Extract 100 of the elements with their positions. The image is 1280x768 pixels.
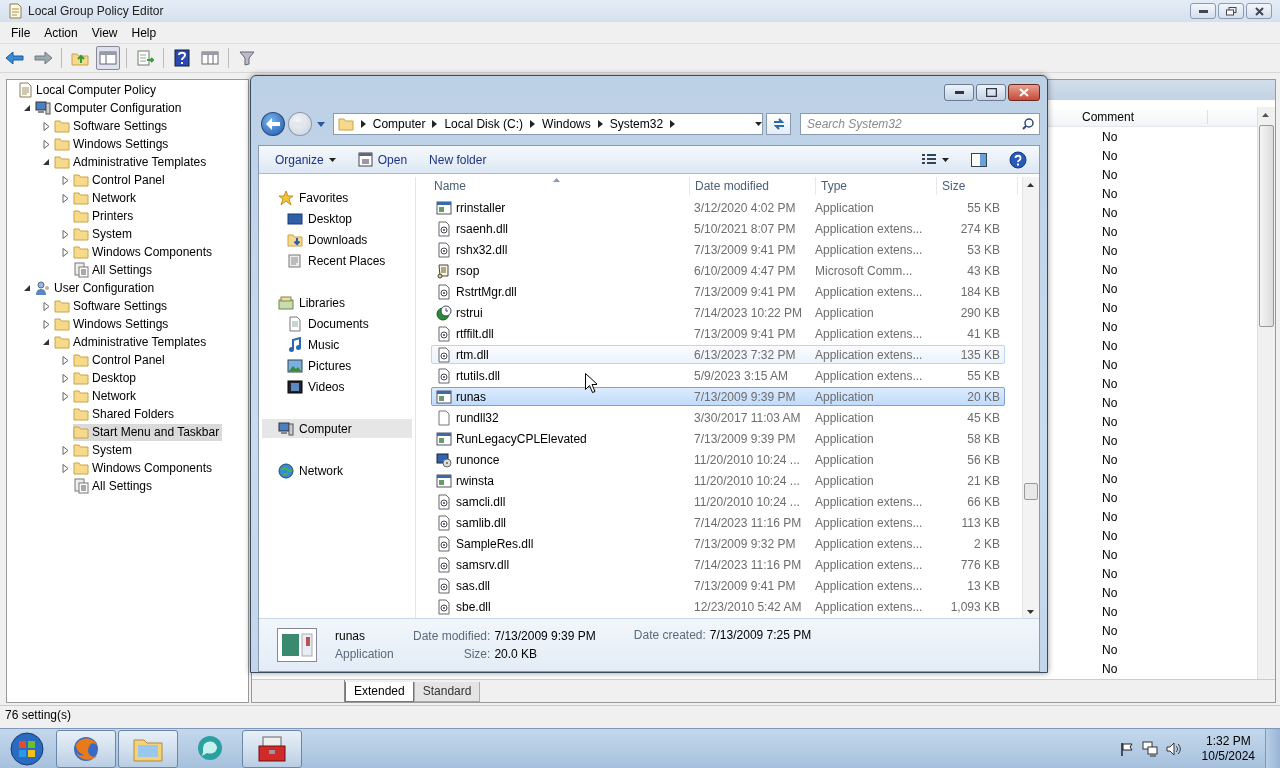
taskbar-button[interactable] <box>242 729 302 768</box>
nav-item[interactable]: Videos <box>287 377 349 396</box>
organize-menu-button[interactable]: Organize <box>269 149 342 170</box>
tree-item[interactable]: System <box>73 225 135 243</box>
file-row[interactable]: RstrtMgr.dll 7/13/2009 9:41 PM Application extens... 184 KB <box>431 282 1005 301</box>
tree-item[interactable]: System <box>73 441 135 459</box>
restore-button[interactable] <box>976 84 1006 101</box>
back-button[interactable] <box>261 112 285 136</box>
close-button[interactable] <box>1008 84 1040 101</box>
file-row[interactable]: rsaenh.dll 5/10/2021 8:07 PM Application extens... 274 KB <box>431 219 1005 238</box>
arrow-right-icon <box>33 50 53 66</box>
file-row[interactable]: RunLegacyCPLElevated 7/13/2009 9:39 PM Application 58 KB <box>431 429 1005 448</box>
menu-item[interactable]: File <box>4 23 38 42</box>
tree-item[interactable]: Windows Settings <box>54 315 172 333</box>
nav-item[interactable]: Desktop <box>287 209 357 228</box>
type-cell-text: Application extens... <box>815 221 924 236</box>
file-row[interactable]: rundll32 3/30/2017 11:03 AM Application 45 KB <box>431 408 1005 427</box>
file-row[interactable]: rsop 6/10/2009 4:47 PM Microsoft Comm... 43 KB <box>431 261 1005 280</box>
tree-item[interactable]: Printers <box>73 207 137 225</box>
file-row[interactable]: rwinsta 11/20/2010 10:24 ... Application 21 KB <box>431 471 1005 490</box>
tree-item[interactable]: Control Panel <box>73 171 168 189</box>
tree-item[interactable]: Local Computer Policy <box>17 81 160 99</box>
file-row[interactable]: samcli.dll 11/20/2010 10:24 ... Application extens... 66 KB <box>431 492 1005 511</box>
command-button[interactable]: New folder <box>423 149 493 170</box>
tree-item[interactable]: Windows Components <box>73 243 216 261</box>
breadcrumb-item[interactable]: Computer <box>372 117 426 131</box>
tree-item[interactable]: Windows Settings <box>54 135 172 153</box>
view-tab[interactable]: Standard <box>413 682 481 702</box>
file-row[interactable]: runonce 11/20/2010 10:24 ... Application 56 KB <box>431 450 1005 469</box>
nav-item[interactable]: Network <box>278 461 347 480</box>
file-row[interactable]: rshx32.dll 7/13/2009 9:41 PM Application extens... 53 KB <box>431 240 1005 259</box>
breadcrumb-item[interactable]: Windows <box>542 117 591 131</box>
file-row[interactable]: sas.dll 7/13/2009 9:41 PM Application extens... 13 KB <box>431 576 1005 595</box>
column-header[interactable]: Type <box>816 177 937 195</box>
date-cell-text: 5/9/2023 3:15 AM <box>694 368 790 383</box>
show-tree-button[interactable] <box>96 46 120 70</box>
command-button[interactable]: Open <box>351 149 414 170</box>
column-header[interactable]: Date modified <box>690 177 816 195</box>
clock-time[interactable]: 1:32 PM <box>1205 733 1251 749</box>
taskbar-button[interactable] <box>56 729 116 768</box>
star-icon <box>278 189 294 206</box>
minimize-button[interactable] <box>1190 3 1216 19</box>
file-row[interactable]: rtffilt.dll 7/13/2009 9:41 PM Application extens... 41 KB <box>431 324 1005 343</box>
scroll-thumb[interactable] <box>1024 483 1038 500</box>
tree-item[interactable]: Start Menu and Taskbar <box>73 423 223 441</box>
tree-item[interactable]: Desktop <box>73 369 140 387</box>
tree-item[interactable]: All Settings <box>73 261 156 279</box>
tree-item[interactable]: Administrative Templates <box>54 333 210 351</box>
nav-item[interactable]: Libraries <box>278 293 350 312</box>
address-bar[interactable]: Computer Local Disk (C:) Windows System32 <box>332 113 764 135</box>
restore-button[interactable] <box>1218 3 1244 19</box>
column-header[interactable]: Size <box>937 177 1018 195</box>
recent-pages-button[interactable] <box>314 121 327 127</box>
nav-item[interactable]: Favorites <box>278 188 353 207</box>
column-header[interactable]: Comment <box>1082 109 1208 124</box>
file-row[interactable]: rtm.dll 6/13/2023 7:32 PM Application extens... 135 KB <box>431 345 1005 364</box>
file-row[interactable]: rstrui 7/14/2023 10:22 PM Application 290 KB <box>431 303 1005 322</box>
breadcrumb-item[interactable]: Local Disk (C:) <box>444 117 524 131</box>
nav-item[interactable]: Recent Places <box>287 251 390 270</box>
tree-item[interactable]: Shared Folders <box>73 405 178 423</box>
file-row[interactable]: rrinstaller 3/12/2020 4:02 PM Application 55 KB <box>431 198 1005 217</box>
file-row[interactable]: samsrv.dll 7/14/2023 11:16 PM Application extens... 776 KB <box>431 555 1005 574</box>
tree-item[interactable]: User Configuration <box>35 279 158 297</box>
menu-item[interactable]: Action <box>37 23 85 42</box>
clock-date[interactable]: 10/5/2024 <box>1201 748 1255 764</box>
tree-item[interactable]: Network <box>73 189 139 207</box>
file-row[interactable]: rtutils.dll 5/9/2023 3:15 AM Application extens... 55 KB <box>431 366 1005 385</box>
close-button[interactable] <box>1246 3 1272 19</box>
taskbar-button[interactable] <box>118 729 178 768</box>
file-row[interactable]: runas 7/13/2009 9:39 PM Application 20 KB <box>431 387 1005 406</box>
scrollbar[interactable] <box>1022 177 1039 618</box>
nav-item[interactable]: Music <box>287 335 344 354</box>
refresh-button[interactable] <box>766 113 791 135</box>
nav-item[interactable]: Pictures <box>287 356 356 375</box>
film-icon <box>287 378 303 395</box>
search-field[interactable]: Search System32 <box>800 113 1040 135</box>
view-tab[interactable]: Extended <box>345 682 414 702</box>
file-row[interactable]: samlib.dll 7/14/2023 11:16 PM Application extens... 113 KB <box>431 513 1005 532</box>
tree-item[interactable]: Administrative Templates <box>54 153 210 171</box>
file-row[interactable]: SampleRes.dll 7/13/2009 9:32 PM Application extens... 2 KB <box>431 534 1005 553</box>
folder-icon <box>54 298 70 314</box>
tree-item[interactable]: Windows Components <box>73 459 216 477</box>
scrollbar[interactable] <box>1257 107 1275 679</box>
tree-item[interactable]: All Settings <box>73 477 156 495</box>
nav-item[interactable]: Downloads <box>287 230 372 249</box>
minimize-button[interactable] <box>944 84 974 101</box>
tree-item[interactable]: Computer Configuration <box>35 99 185 117</box>
menu-item[interactable]: View <box>84 23 125 42</box>
file-row[interactable]: sbe.dll 12/23/2010 5:42 AM Application extens... 1,093 KB <box>431 597 1005 616</box>
scroll-thumb[interactable] <box>1259 125 1274 327</box>
breadcrumb-item[interactable]: System32 <box>609 117 664 131</box>
folder-icon <box>54 334 70 350</box>
nav-item[interactable]: Computer <box>262 419 412 438</box>
menu-item[interactable]: Help <box>124 23 164 42</box>
tree-item[interactable]: Network <box>73 387 139 405</box>
date-cell-text: 6/10/2009 4:47 PM <box>694 263 797 278</box>
tree-item[interactable]: Control Panel <box>73 351 168 369</box>
nav-item[interactable]: Documents <box>287 314 373 333</box>
tree-item[interactable]: Software Settings <box>54 117 171 135</box>
tree-item[interactable]: Software Settings <box>54 297 171 315</box>
